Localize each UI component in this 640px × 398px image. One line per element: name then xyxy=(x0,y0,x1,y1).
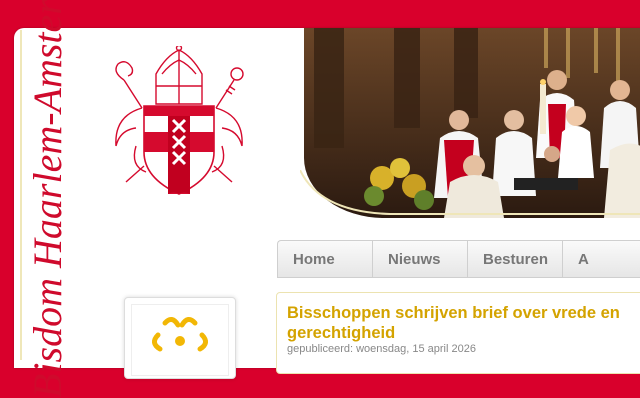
logo-card[interactable] xyxy=(124,297,236,379)
photo-border-curve xyxy=(300,170,640,215)
diocese-coat-of-arms-icon[interactable] xyxy=(106,46,252,198)
nav-item-label: Besturen xyxy=(483,250,549,268)
nav-item-label: Home xyxy=(293,250,335,268)
article-title[interactable]: Bisschoppen schrijven brief over vrede e… xyxy=(287,303,640,343)
main-nav: Home Nieuws Besturen A xyxy=(277,240,640,280)
nav-item-a[interactable]: A xyxy=(562,240,640,278)
nav-item-label: Nieuws xyxy=(388,250,441,268)
nav-item-besturen[interactable]: Besturen xyxy=(467,240,562,278)
nav-item-nieuws[interactable]: Nieuws xyxy=(372,240,467,278)
logo-frame xyxy=(131,304,229,376)
news-article-card: Bisschoppen schrijven brief over vrede e… xyxy=(276,292,640,374)
side-divider xyxy=(20,30,22,360)
nav-item-label: A xyxy=(578,250,589,268)
article-date: gepubliceerd: woensdag, 15 april 2026 xyxy=(287,343,476,355)
nav-item-home[interactable]: Home xyxy=(277,240,372,278)
sun-cross-logo-icon xyxy=(152,317,208,352)
site-title[interactable]: Bisdom Haarlem-Amsterdam xyxy=(25,0,70,398)
